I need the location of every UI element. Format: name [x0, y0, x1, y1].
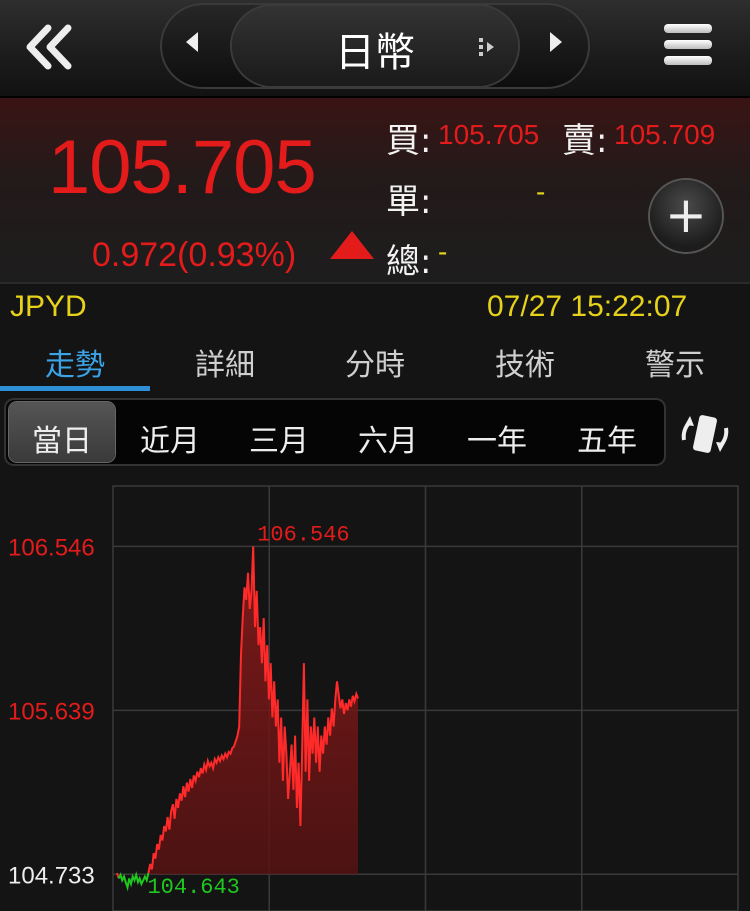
intraday-price-chart[interactable]: 106.546 105.639 104.733 106.546 104.643	[0, 472, 750, 911]
rotate-screen-icon[interactable]	[676, 412, 734, 456]
y-tick-label: 106.546	[8, 534, 95, 561]
single-volume-label: 單:	[386, 182, 432, 222]
tab-technical[interactable]: 技術	[450, 340, 600, 384]
last-price: 105.705	[48, 125, 317, 210]
triangle-right-icon[interactable]	[546, 30, 564, 60]
change-percent: (0.93%)	[177, 236, 297, 274]
ask-value: 105.709	[614, 119, 716, 150]
drag-handle-icon[interactable]	[476, 36, 498, 58]
tab-alerts[interactable]: 警示	[600, 340, 750, 384]
quote-timestamp: 07/27 15:22:07	[487, 290, 688, 323]
period-5-years[interactable]: 五年	[552, 416, 662, 460]
change-value: 0.972	[92, 236, 178, 274]
ask-label: 賣:	[562, 121, 608, 161]
period-1-month[interactable]: 近月	[115, 416, 225, 460]
period-1-year[interactable]: 一年	[442, 416, 552, 460]
period-3-months[interactable]: 三月	[224, 416, 334, 460]
y-tick-label: 104.733	[8, 862, 95, 889]
total-volume-value: -	[438, 236, 448, 267]
tab-details[interactable]: 詳細	[150, 340, 300, 384]
tab-time-sales[interactable]: 分時	[300, 340, 450, 384]
bid-value: 105.705	[438, 119, 540, 150]
price-line-segment	[117, 871, 150, 892]
y-tick-label: 105.639	[8, 698, 95, 725]
add-watchlist-button[interactable]: +	[650, 180, 722, 252]
up-triangle-icon	[330, 231, 374, 259]
bid-label: 買:	[386, 121, 432, 161]
triangle-left-icon[interactable]	[184, 30, 202, 60]
single-volume-value: -	[536, 176, 546, 207]
double-chevron-left-icon[interactable]	[24, 22, 78, 72]
period-today[interactable]: 當日	[7, 416, 117, 460]
period-6-months[interactable]: 六月	[333, 416, 443, 460]
low-price-label: 104.643	[147, 875, 239, 900]
price-change: 0.972(0.93%)	[92, 236, 296, 275]
active-tab-indicator	[0, 386, 150, 391]
symbol-code: JPYD	[10, 290, 87, 323]
tab-trend[interactable]: 走勢	[0, 340, 150, 384]
hamburger-menu-icon[interactable]	[664, 24, 712, 70]
total-volume-label: 總:	[386, 242, 432, 282]
high-price-label: 106.546	[257, 522, 349, 547]
